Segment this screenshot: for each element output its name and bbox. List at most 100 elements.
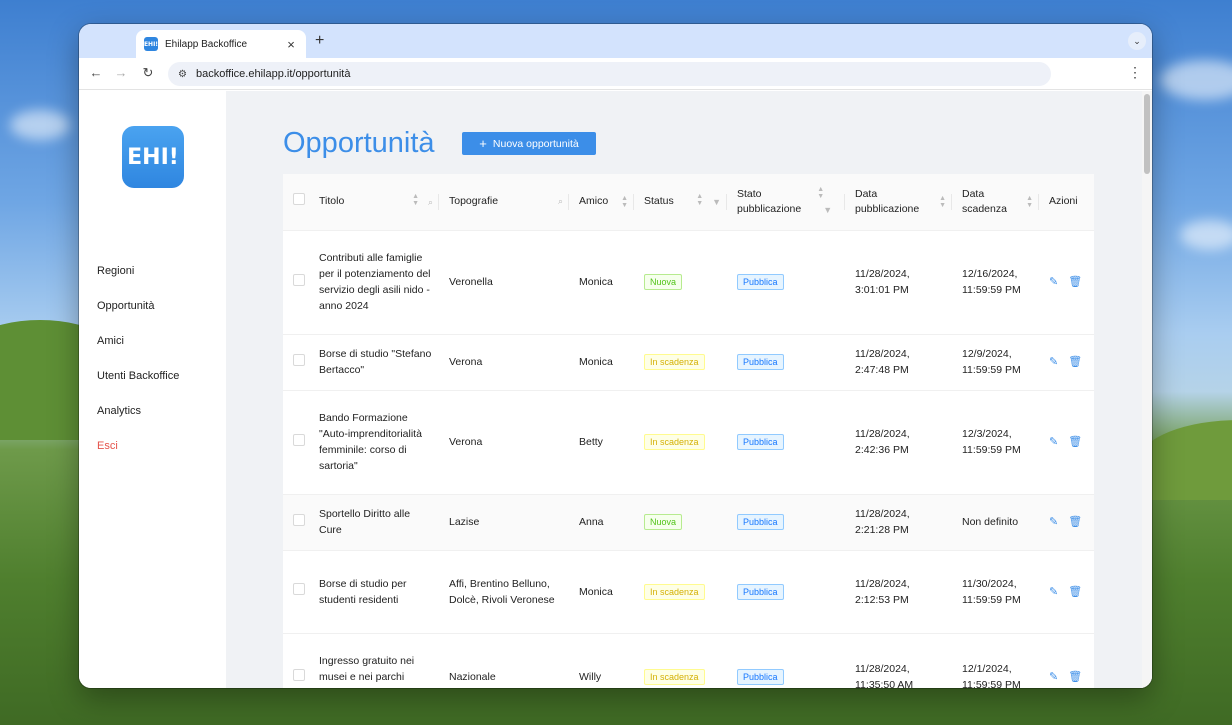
- cell-titolo: Borse di studio per studenti residenti: [309, 550, 439, 634]
- plus-icon: +: [479, 136, 487, 151]
- cell-data-scadenza: Non definito: [952, 494, 1039, 551]
- sort-icon[interactable]: ▲ ▼: [939, 195, 946, 209]
- col-data-pubblicazione[interactable]: Data pubblicazione ▲ ▼: [845, 174, 952, 231]
- sidebar: EHI! Regioni Opportunità Amici Utenti Ba…: [79, 91, 226, 688]
- delete-icon[interactable]: 🗑: [1068, 669, 1082, 685]
- cell-data-pubblicazione: 11/28/2024, 11:35:50 AM: [845, 633, 952, 688]
- status-badge: In scadenza: [644, 583, 705, 600]
- sidebar-item-regioni[interactable]: Regioni: [97, 265, 179, 300]
- status-badge: In scadenza: [644, 354, 705, 370]
- row-checkbox[interactable]: [293, 583, 305, 595]
- cell-amico: Betty: [569, 390, 634, 495]
- delete-icon[interactable]: 🗑: [1068, 584, 1082, 600]
- cell-titolo: Contributi alle famiglie per il potenzia…: [309, 230, 439, 335]
- cell-data-pubblicazione: 11/28/2024, 2:12:53 PM: [845, 550, 952, 634]
- main-content: Opportunità + Nuova opportunità Titolo ▲…: [226, 91, 1152, 688]
- search-icon[interactable]: ⌕: [558, 194, 563, 209]
- row-checkbox[interactable]: [293, 353, 305, 366]
- table-row: Borse di studio "Stefano Bertacco" Veron…: [283, 334, 1094, 391]
- sidebar-item-opportunita[interactable]: Opportunità: [97, 300, 179, 335]
- filter-icon[interactable]: ▼: [712, 197, 721, 207]
- table-row: Bando Formazione "Auto-imprenditorialità…: [283, 390, 1094, 495]
- status-badge: Nuova: [644, 514, 683, 530]
- site-settings-icon[interactable]: ⚙: [178, 69, 187, 80]
- publication-badge: Pubblica: [737, 354, 784, 370]
- edit-icon[interactable]: ✎: [1049, 354, 1058, 370]
- cell-data-scadenza: 12/9/2024, 11:59:59 PM: [952, 334, 1039, 391]
- edit-icon[interactable]: ✎: [1049, 669, 1058, 685]
- scrollbar[interactable]: [1142, 91, 1152, 688]
- cell-topografie: Affi, Brentino Belluno, Dolcè, Rivoli Ve…: [439, 550, 569, 634]
- publication-badge: Pubblica: [737, 583, 784, 600]
- filter-icon[interactable]: ▼: [823, 205, 832, 215]
- sort-icon[interactable]: ▲ ▼: [817, 186, 824, 200]
- cell-data-pubblicazione: 11/28/2024, 2:21:28 PM: [845, 494, 952, 551]
- cell-titolo: Borse di studio "Stefano Bertacco": [309, 334, 439, 391]
- page-title: Opportunità: [283, 127, 435, 159]
- col-stato-pubblicazione[interactable]: Stato pubblicazione ▲ ▼ ▼: [727, 174, 845, 231]
- url-text: backoffice.ehilapp.it/opportunità: [195, 68, 351, 80]
- browser-toolbar: ← → ↻ ⚙ backoffice.ehilapp.it/opportunit…: [79, 58, 1152, 90]
- sidebar-item-analytics[interactable]: Analytics: [97, 405, 179, 440]
- cell-amico: Monica: [569, 550, 634, 634]
- reload-icon[interactable]: ↻: [139, 65, 157, 81]
- sort-icon[interactable]: ▲ ▼: [696, 193, 703, 207]
- cell-data-pubblicazione: 11/28/2024, 2:47:48 PM: [845, 334, 952, 391]
- cell-data-pubblicazione: 11/28/2024, 2:42:36 PM: [845, 390, 952, 495]
- new-tab-icon[interactable]: +: [315, 32, 324, 50]
- col-data-pubblicazione-label: Data pubblicazione: [855, 187, 920, 215]
- cell-data-scadenza: 12/3/2024, 11:59:59 PM: [952, 390, 1039, 495]
- col-amico[interactable]: Amico ▲ ▼: [569, 174, 634, 231]
- sidebar-nav: Regioni Opportunità Amici Utenti Backoff…: [97, 265, 179, 475]
- select-all-checkbox[interactable]: [293, 193, 305, 206]
- delete-icon[interactable]: 🗑: [1068, 354, 1082, 370]
- forward-icon[interactable]: →: [112, 65, 130, 80]
- delete-icon[interactable]: 🗑: [1068, 514, 1082, 530]
- col-status[interactable]: Status ▲ ▼ ▼: [634, 174, 727, 231]
- col-data-scadenza-label: Data scadenza: [962, 187, 1007, 215]
- status-badge: In scadenza: [644, 669, 705, 685]
- col-stato-pubblicazione-label: Stato pubblicazione: [737, 187, 802, 215]
- cell-amico: Monica: [569, 230, 634, 335]
- row-checkbox[interactable]: [293, 433, 305, 446]
- col-topografie[interactable]: Topografie ⌕: [439, 174, 569, 231]
- row-checkbox[interactable]: [293, 668, 305, 681]
- menu-kebab-icon[interactable]: ⋮: [1128, 64, 1142, 81]
- edit-icon[interactable]: ✎: [1049, 434, 1058, 450]
- publication-badge: Pubblica: [737, 514, 784, 530]
- browser-tab[interactable]: EHI! Ehilapp Backoffice ×: [136, 30, 306, 58]
- sort-icon[interactable]: ▲ ▼: [412, 193, 419, 207]
- close-tab-icon[interactable]: ×: [284, 37, 298, 52]
- sort-icon[interactable]: ▲ ▼: [621, 195, 628, 209]
- sort-icon[interactable]: ▲ ▼: [1026, 195, 1033, 209]
- table-row: Sportello Diritto alle Cure Lazise Anna …: [283, 494, 1094, 551]
- edit-icon[interactable]: ✎: [1049, 584, 1058, 600]
- sidebar-item-amici[interactable]: Amici: [97, 335, 179, 370]
- search-icon[interactable]: ⌕: [428, 197, 433, 207]
- edit-icon[interactable]: ✎: [1049, 274, 1058, 290]
- status-badge: In scadenza: [644, 434, 705, 450]
- sidebar-item-esci[interactable]: Esci: [97, 440, 179, 475]
- sidebar-item-utenti-backoffice[interactable]: Utenti Backoffice: [97, 370, 179, 405]
- publication-badge: Pubblica: [737, 274, 784, 290]
- row-checkbox[interactable]: [293, 513, 305, 526]
- new-opportunity-button[interactable]: + Nuova opportunità: [462, 132, 596, 155]
- address-bar[interactable]: ⚙ backoffice.ehilapp.it/opportunità: [168, 62, 1051, 86]
- cell-data-scadenza: 11/30/2024, 11:59:59 PM: [952, 550, 1039, 634]
- cell-data-scadenza: 12/1/2024, 11:59:59 PM: [952, 633, 1039, 688]
- tab-title: Ehilapp Backoffice: [165, 38, 248, 50]
- row-checkbox[interactable]: [293, 273, 305, 286]
- table-row: Ingresso gratuito nei musei e nei parchi…: [283, 633, 1094, 688]
- back-icon[interactable]: ←: [87, 65, 105, 80]
- cell-titolo: Sportello Diritto alle Cure: [309, 494, 439, 551]
- delete-icon[interactable]: 🗑: [1068, 434, 1082, 450]
- scrollbar-thumb[interactable]: [1144, 94, 1150, 174]
- col-titolo[interactable]: Titolo ▲ ▼ ⌕: [309, 174, 439, 231]
- col-data-scadenza[interactable]: Data scadenza ▲ ▼: [952, 174, 1039, 231]
- chevron-down-icon[interactable]: ⌄: [1128, 32, 1146, 50]
- cell-topografie: Nazionale: [439, 633, 569, 688]
- browser-window: EHI! Ehilapp Backoffice × + ⌄ ← → ↻ ⚙ ba…: [79, 24, 1152, 688]
- col-status-label: Status: [644, 195, 674, 208]
- delete-icon[interactable]: 🗑: [1068, 274, 1082, 290]
- edit-icon[interactable]: ✎: [1049, 514, 1058, 530]
